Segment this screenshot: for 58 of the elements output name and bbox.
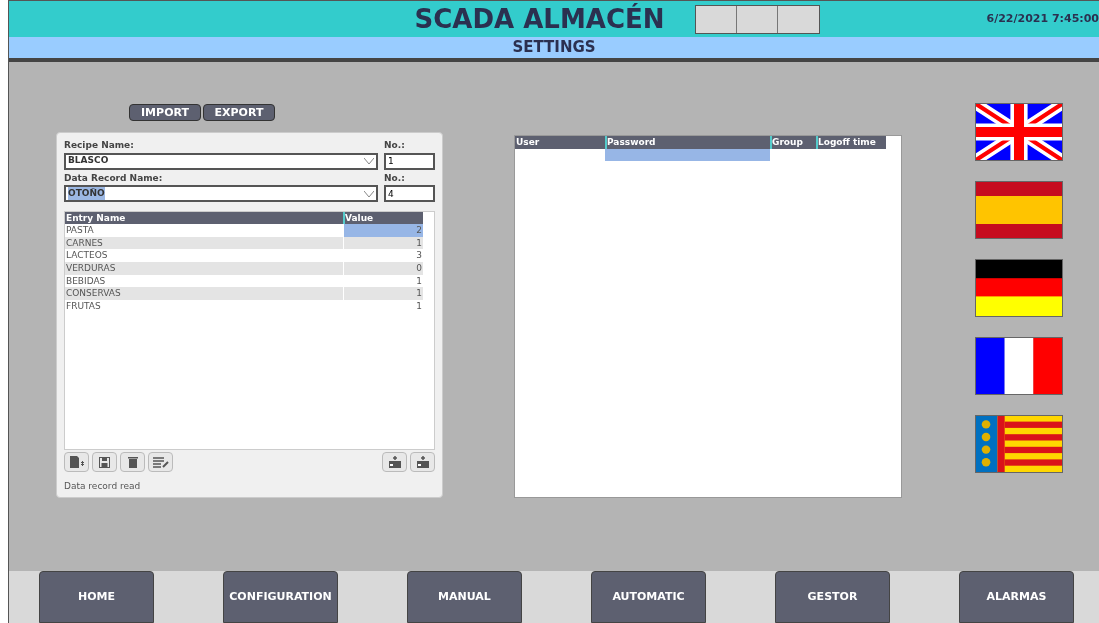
column-header: User <box>515 136 541 149</box>
file-button[interactable]: EXPORT <box>203 104 275 121</box>
number-field[interactable]: 4 <box>384 185 435 202</box>
table-cell-text: CONSERVAS <box>65 287 122 301</box>
date-time: 6/22/2021 7:45:00 <box>986 10 1099 27</box>
app-title: SCADA ALMACÉN <box>414 2 665 36</box>
status-box <box>736 5 778 33</box>
new-document-icon <box>68 456 85 468</box>
table-cell-text: VERDURAS <box>65 262 117 275</box>
nav-button[interactable]: HOME <box>39 571 154 623</box>
status-message: Data record read <box>64 480 142 493</box>
save-button[interactable] <box>92 452 117 472</box>
france-flag-icon[interactable] <box>975 337 1063 395</box>
table-cell-text: FRUTAS <box>65 300 102 313</box>
table-cell: 0 <box>343 262 423 275</box>
table-row[interactable]: VERDURAS 0 <box>65 262 423 275</box>
table-cell-text: LACTEOS <box>65 249 109 263</box>
chevron-down-icon <box>364 158 374 164</box>
trash-icon <box>127 456 138 468</box>
nav-button[interactable]: GESTOR <box>775 571 890 623</box>
status-box <box>777 5 819 33</box>
nav-button[interactable]: CONFIGURATION <box>223 571 338 623</box>
table-row[interactable]: CONSERVAS 1 <box>65 287 423 301</box>
new-record-button[interactable] <box>64 452 89 472</box>
save-icon <box>99 456 110 468</box>
table-cell: 1 <box>343 300 423 313</box>
edit-table-button[interactable] <box>148 452 173 472</box>
recipe-dropdown[interactable]: BLASCO <box>64 152 378 170</box>
valencia-flag-icon[interactable] <box>975 415 1063 473</box>
nav-button[interactable]: AUTOMATIC <box>591 571 706 623</box>
table-edit-icon <box>152 456 169 468</box>
field-label: Recipe Name: <box>64 139 135 152</box>
status-box <box>695 5 737 33</box>
delete-button[interactable] <box>120 452 145 472</box>
table-row[interactable]: PASTA 2 <box>65 224 423 237</box>
field-label: No.: <box>384 139 406 152</box>
device-arrow-icon <box>415 456 430 468</box>
chevron-down-icon <box>364 190 374 197</box>
file-button[interactable]: IMPORT <box>129 104 201 121</box>
number-field[interactable]: 1 <box>384 152 435 170</box>
export-plc-button[interactable] <box>410 452 435 472</box>
nav-button[interactable]: ALARMAS <box>959 571 1074 623</box>
uk-flag-icon[interactable] <box>975 103 1063 161</box>
table-cell: 2 <box>343 224 423 237</box>
table-cell-text: BEBIDAS <box>65 274 107 288</box>
import-plc-button[interactable] <box>382 452 407 472</box>
column-header: Entry Name <box>65 212 127 224</box>
device-arrow-icon <box>387 456 402 468</box>
germany-flag-icon[interactable] <box>975 259 1063 317</box>
column-header: Logoff time <box>816 136 886 149</box>
field-label: No.: <box>384 171 406 185</box>
page-title: SETTINGS <box>512 37 596 59</box>
spain-flag-icon[interactable] <box>975 181 1063 239</box>
record-dropdown[interactable]: OTOÑO <box>64 185 378 202</box>
table-cell-text: CARNES <box>65 236 104 250</box>
field-label: Data Record Name: <box>64 171 164 185</box>
nav-button[interactable]: MANUAL <box>407 571 522 623</box>
table-cell-text: PASTA <box>65 224 95 237</box>
